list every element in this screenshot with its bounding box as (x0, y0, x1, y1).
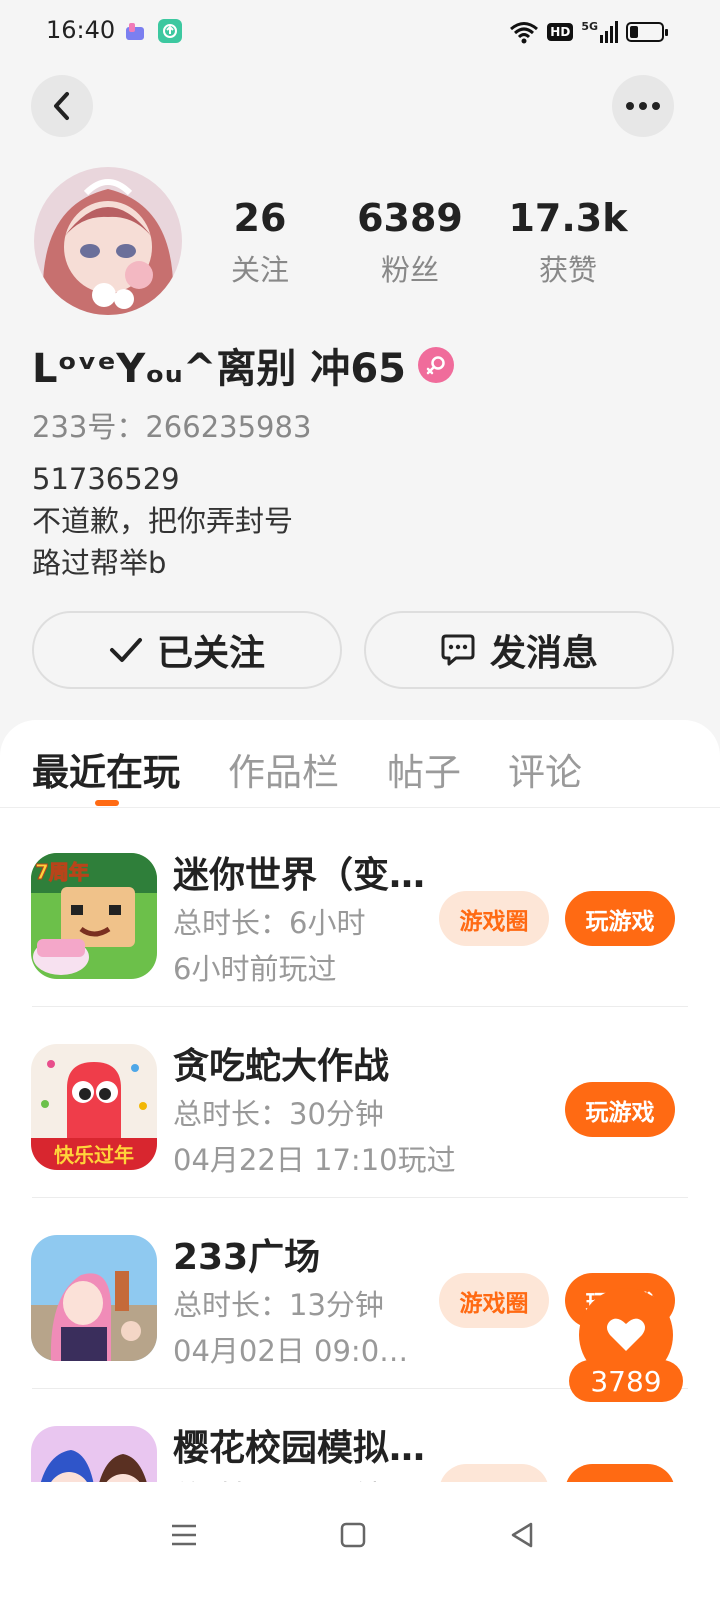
more-button[interactable] (612, 75, 674, 137)
stat-likes-value: 17.3k (508, 196, 628, 240)
game-duration: 总时长：30分钟 (173, 1097, 384, 1131)
game-icon: 快乐过年 (31, 1044, 157, 1170)
stat-following-label: 关注 (230, 253, 289, 287)
tab-comments[interactable]: 评论 (508, 742, 582, 796)
game-name: 樱花校园模拟… (173, 1428, 426, 1469)
shopping-bag-icon (126, 23, 144, 40)
back-button[interactable] (31, 75, 93, 137)
system-nav-bar (0, 1482, 720, 1600)
heart-icon (607, 1318, 645, 1351)
username: LᵒᵛᵉYₒᵤ^离别 冲65 (32, 346, 407, 392)
game-list-item[interactable]: 快乐过年 贪吃蛇大作战 总时长：30分钟 04月22日 17:10玩过 玩游戏 (0, 1007, 720, 1198)
username-row: LᵒᵛᵉYₒᵤ^离别 冲65 (32, 336, 455, 394)
menu-icon (172, 1524, 196, 1546)
game-icon-text: 7周年 (35, 860, 89, 884)
followed-label: 已关注 (156, 633, 265, 674)
wifi-icon (510, 22, 539, 44)
menu-nav-button[interactable] (159, 1510, 209, 1560)
bio-line: 路过帮举b (32, 546, 167, 580)
game-icon: 7周年 (31, 853, 157, 979)
home-nav-button[interactable] (328, 1510, 378, 1560)
tab-posts[interactable]: 帖子 (387, 742, 461, 796)
battery-icon (626, 22, 668, 42)
tab-works[interactable]: 作品栏 (228, 742, 339, 796)
stat-followers[interactable]: 6389 粉丝 (345, 195, 475, 289)
square-home-icon (340, 1522, 366, 1548)
game-name: 迷你世界（变… (173, 855, 426, 896)
game-icon-text: 快乐过年 (54, 1143, 134, 1167)
game-name: 233广场 (173, 1237, 321, 1278)
status-bar: 16:40 HD 5G (0, 0, 720, 64)
user-id: 233号：266235983 (32, 410, 312, 444)
game-circle-button[interactable]: 游戏圈 (439, 1273, 549, 1328)
signal-icon (600, 21, 618, 43)
check-icon (109, 638, 142, 662)
user-bio: 51736529 不道歉，把你弄封号 路过帮举b (32, 458, 293, 584)
tab-recently-played[interactable]: 最近在玩 (32, 742, 180, 796)
triangle-back-icon (511, 1522, 533, 1548)
status-time: 16:40 (46, 16, 116, 44)
chat-bubble-icon (441, 634, 475, 666)
send-message-label: 发消息 (489, 633, 598, 674)
game-list-item[interactable]: 7周年 迷你世界（变… 总时长：6小时 6小时前玩过 游戏圈 玩游戏 (0, 816, 720, 1007)
followed-button[interactable]: 已关注 (32, 611, 342, 689)
game-last-played: 04月02日 09:05… (173, 1334, 423, 1368)
profile-stats: 26 关注 6389 粉丝 17.3k 获赞 (190, 195, 650, 295)
send-message-button[interactable]: 发消息 (364, 611, 674, 689)
game-duration: 总时长：13分钟 (173, 1288, 384, 1322)
hd-badge: HD (547, 23, 574, 41)
stat-following-value: 26 (233, 196, 287, 240)
game-name: 贪吃蛇大作战 (173, 1046, 390, 1087)
stat-following[interactable]: 26 关注 (195, 195, 325, 289)
more-dots-icon (626, 102, 660, 110)
network-type: 5G (581, 21, 618, 43)
chevron-left-icon (54, 92, 69, 120)
avatar[interactable] (34, 167, 182, 315)
back-nav-button[interactable] (497, 1510, 547, 1560)
game-last-played: 6小时前玩过 (173, 952, 337, 986)
play-game-button[interactable]: 玩游戏 (565, 1082, 675, 1137)
stat-followers-label: 粉丝 (380, 253, 439, 287)
stat-likes-label: 获赞 (538, 253, 597, 287)
game-icon (31, 1235, 157, 1361)
game-last-played: 04月22日 17:10玩过 (173, 1143, 456, 1177)
active-tab-indicator (95, 800, 119, 806)
game-circle-button[interactable]: 游戏圈 (439, 891, 549, 946)
stat-followers-value: 6389 (357, 196, 463, 240)
bio-line: 不道歉，把你弄封号 (32, 504, 294, 538)
bio-line: 51736529 (32, 462, 180, 496)
female-icon (418, 347, 455, 383)
game-duration: 总时长：6小时 (173, 906, 366, 940)
stat-likes[interactable]: 17.3k 获赞 (503, 195, 633, 289)
like-count: 3789 (569, 1360, 683, 1402)
play-game-button[interactable]: 玩游戏 (565, 891, 675, 946)
profile-tabs: 最近在玩 作品栏 帖子 评论 (0, 720, 720, 808)
upload-app-icon (158, 19, 182, 43)
